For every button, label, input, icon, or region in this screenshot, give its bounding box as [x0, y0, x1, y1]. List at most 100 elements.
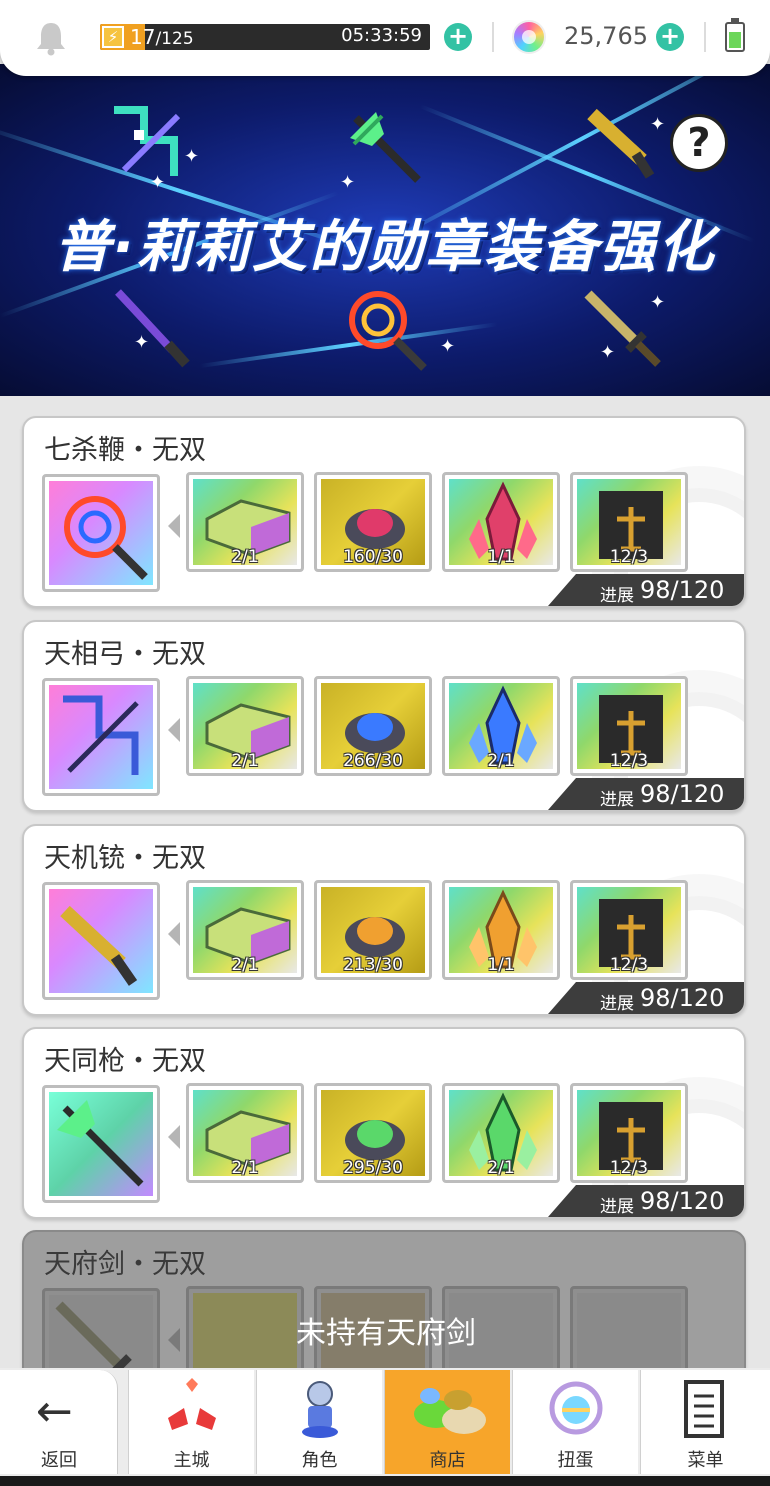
locked-message: 未持有天府剑	[296, 1316, 476, 1351]
material-slot[interactable]: 2/1	[186, 472, 304, 572]
material-quantity: 2/1	[231, 955, 259, 973]
gem-icon	[512, 20, 546, 54]
material-quantity: 1/1	[487, 547, 515, 565]
material-slot[interactable]: 266/30	[314, 676, 432, 776]
material-quantity: 2/1	[231, 751, 259, 769]
banner-title: 普·莉莉艾的勋章装备强化	[54, 215, 716, 280]
arrow-left-icon	[168, 1125, 180, 1149]
arrow-left-icon	[168, 718, 180, 742]
nav-label: 返回	[41, 1450, 77, 1471]
material-slot[interactable]: 2/1	[442, 676, 560, 776]
arrow-left-icon: ←	[36, 1386, 73, 1437]
progress-badge: 进展 98/120	[548, 574, 744, 606]
progress-badge: 进展 98/120	[548, 778, 744, 810]
system-bar	[0, 1476, 770, 1486]
nav-label: 角色	[301, 1450, 338, 1471]
menu-icon	[684, 1380, 724, 1438]
weapon-slot[interactable]	[42, 678, 160, 796]
arrow-left-icon	[168, 514, 180, 538]
nav-item-shop[interactable]: 商店	[384, 1370, 510, 1474]
whip-icon	[64, 496, 148, 580]
material-slot[interactable]: 2/1	[186, 1083, 304, 1183]
sparkle-icon: ✦	[440, 336, 456, 357]
card-title: 天机铳・无双	[44, 843, 206, 874]
sparkle-icon: ✦	[150, 172, 166, 193]
nav-label: 商店	[429, 1450, 466, 1471]
sparkle-icon: ✦	[340, 172, 356, 193]
material-slot[interactable]: 2/1	[186, 676, 304, 776]
status-bar: ⚡ 17/125 05:33:59 + 25,765 +	[0, 0, 770, 76]
gun-icon	[587, 108, 655, 179]
spear-icon	[57, 1100, 144, 1187]
material-quantity: 12/3	[609, 1158, 649, 1176]
material-quantity: 295/30	[343, 1158, 403, 1176]
material-slot[interactable]: 160/30	[314, 472, 432, 572]
upgrade-card[interactable]: 七杀鞭・无双 2/1 160/30 1/1 12/3 进展 98/120	[22, 416, 746, 608]
help-button[interactable]: ?	[670, 114, 728, 172]
progress-value: 98/120	[640, 984, 725, 1012]
card-title: 天相弓・无双	[44, 639, 206, 670]
material-slot[interactable]: 1/1	[442, 880, 560, 980]
divider	[492, 22, 494, 52]
bell-icon[interactable]	[34, 20, 68, 56]
sparkle-icon: ✦	[184, 146, 200, 167]
progress-label: 进展	[600, 586, 634, 606]
material-slot[interactable]: 12/3	[570, 1083, 688, 1183]
progress-label: 进展	[600, 790, 634, 810]
material-quantity: 12/3	[609, 547, 649, 565]
stamina-bar: ⚡ 17/125 05:33:59	[100, 24, 430, 50]
nav-item-town[interactable]: 主城	[128, 1370, 254, 1474]
back-button[interactable]: ← 返回	[0, 1370, 118, 1474]
material-slot[interactable]: 2/1	[186, 880, 304, 980]
lightning-icon: ⚡	[102, 26, 124, 48]
nav-label: 主城	[173, 1450, 210, 1471]
material-slot[interactable]: 12/3	[570, 676, 688, 776]
weapon-slot[interactable]	[42, 1085, 160, 1203]
nav-item-gacha[interactable]: 扭蛋	[512, 1370, 638, 1474]
upgrade-card[interactable]: 天相弓・无双 2/1 266/30 2/1 12/3 进展 98/120	[22, 620, 746, 812]
material-slot[interactable]: 12/3	[570, 880, 688, 980]
stamina-timer: 05:33:59	[341, 25, 422, 46]
bow-icon	[63, 695, 139, 775]
weapon-slot[interactable]	[42, 882, 160, 1000]
progress-label: 进展	[600, 1197, 634, 1217]
gun-icon	[60, 905, 138, 986]
nav-item-character[interactable]: 角色	[256, 1370, 382, 1474]
arrow-left-icon	[168, 922, 180, 946]
upgrade-card[interactable]: 天同枪・无双 2/1 295/30 2/1 12/3 进展 98/120	[22, 1027, 746, 1219]
material-slot[interactable]: 2/1	[442, 1083, 560, 1183]
nav-label: 扭蛋	[557, 1450, 594, 1471]
progress-value: 98/120	[640, 576, 725, 604]
sparkle-icon: ✦	[650, 114, 666, 135]
bow-icon	[114, 106, 181, 176]
add-gems-button[interactable]: +	[656, 23, 684, 51]
bottom-nav: ← 返回 主城 角色 商店 扭蛋 菜单	[0, 1368, 770, 1486]
material-slot[interactable]: 213/30	[314, 880, 432, 980]
weapon-slot[interactable]	[42, 474, 160, 592]
shop-icon	[414, 1388, 486, 1434]
add-stamina-button[interactable]: +	[444, 23, 472, 51]
material-quantity: 2/1	[487, 1158, 515, 1176]
stamina-count: 17/125	[130, 25, 194, 49]
material-slot[interactable]: 12/3	[570, 472, 688, 572]
material-quantity: 12/3	[609, 955, 649, 973]
material-quantity: 2/1	[231, 547, 259, 565]
card-title: 天府剑・无双	[44, 1249, 206, 1280]
nav-item-menu[interactable]: 菜单	[640, 1370, 770, 1474]
progress-value: 98/120	[640, 1187, 725, 1215]
progress-badge: 进展 98/120	[548, 982, 744, 1014]
material-slot[interactable]: 295/30	[314, 1083, 432, 1183]
whip-icon	[349, 291, 427, 371]
upgrade-card[interactable]: 天机铳・无双 2/1 213/30 1/1 12/3 进展 98/120	[22, 824, 746, 1016]
material-quantity: 160/30	[343, 547, 403, 565]
sparkle-icon: ✦	[600, 342, 616, 363]
material-quantity: 213/30	[343, 955, 403, 973]
card-title: 七杀鞭・无双	[44, 435, 206, 466]
katana-icon	[115, 289, 190, 368]
material-slot[interactable]: 1/1	[442, 472, 560, 572]
progress-label: 进展	[600, 994, 634, 1014]
material-quantity: 266/30	[343, 751, 403, 769]
nav-label: 菜单	[687, 1450, 724, 1471]
gacha-icon	[549, 1381, 603, 1435]
gem-count: 25,765	[564, 22, 648, 50]
